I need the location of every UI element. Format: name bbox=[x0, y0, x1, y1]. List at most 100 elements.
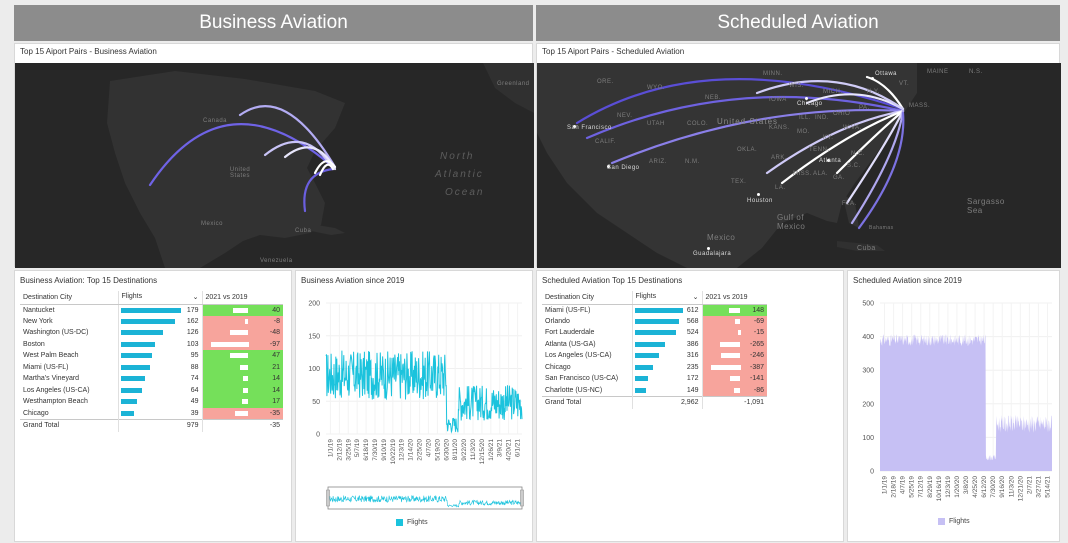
cell-flights: 39 bbox=[117, 407, 202, 419]
scheduled-area-chart[interactable]: 0 100 200 300 400 500 1/1/19 2/18/19 4/7/19 5/25/… bbox=[848, 271, 1061, 543]
scheduled-aviation-banner: Scheduled Aviation bbox=[536, 5, 1060, 41]
cell-vs-2019: 21 bbox=[201, 361, 283, 373]
cell-flights: 74 bbox=[117, 373, 202, 385]
flights-bar bbox=[634, 307, 683, 313]
col-destination-city[interactable]: Destination City bbox=[20, 291, 118, 305]
table-row[interactable]: Washington (US-DC) 126 -48 bbox=[20, 327, 283, 339]
col-vs-2019[interactable]: 2021 vs 2019 bbox=[201, 291, 283, 305]
table-row[interactable]: Orlando 568 -69 bbox=[542, 315, 767, 327]
x-tick-label: 6/30/20 bbox=[443, 439, 450, 461]
table-row[interactable]: San Francisco (US-CA) 172 -141 bbox=[542, 373, 767, 385]
scheduled-map[interactable]: United States Mexico Gulf of Mexico Sarg… bbox=[537, 63, 1061, 268]
cell-vs-2019: -86 bbox=[701, 384, 767, 396]
x-tick-label: 4/7/20 bbox=[425, 439, 432, 457]
vs-bar bbox=[210, 341, 249, 347]
chevron-down-icon[interactable]: ⌄ bbox=[193, 293, 199, 301]
x-tick-label: 3/9/21 bbox=[497, 439, 504, 457]
x-tick-label: 4/25/20 bbox=[972, 476, 979, 498]
table-row[interactable]: Los Angeles (US-CA) 316 -246 bbox=[542, 350, 767, 362]
x-tick-label: 9/16/20 bbox=[999, 476, 1006, 498]
y-tick-label: 0 bbox=[316, 432, 320, 439]
vs-bar bbox=[729, 307, 741, 313]
range-handle-right bbox=[520, 489, 524, 507]
table-row[interactable]: Chicago 39 -35 bbox=[20, 407, 283, 419]
cell-city: Charlotte (US-NC) bbox=[545, 386, 603, 394]
table-row[interactable]: Nantucket 179 40 bbox=[20, 304, 283, 316]
cell-vs-2019: -97 bbox=[201, 338, 283, 350]
grand-total-vs: -35 bbox=[201, 418, 283, 432]
table-row[interactable]: Martha's Vineyard 74 14 bbox=[20, 373, 283, 385]
x-tick-label: 9/10/19 bbox=[381, 439, 388, 461]
chevron-down-icon[interactable]: ⌄ bbox=[693, 293, 699, 301]
table-row[interactable]: Chicago 235 -387 bbox=[542, 361, 767, 373]
col-vs-2019-s[interactable]: 2021 vs 2019 bbox=[701, 291, 767, 305]
col-flights-label: Flights bbox=[121, 293, 143, 301]
col-flights-s[interactable]: Flights ⌄ bbox=[631, 291, 702, 305]
flights-bar bbox=[634, 364, 653, 370]
vs-bar bbox=[229, 330, 249, 335]
x-tick-label: 11/3/20 bbox=[1008, 476, 1015, 498]
scheduled-destinations-panel: Scheduled Aviation Top 15 Destinations D… bbox=[536, 270, 844, 542]
city-chicago: Chicago bbox=[797, 101, 823, 107]
vs-bar bbox=[241, 399, 249, 404]
series-line-flights bbox=[325, 350, 523, 434]
state-iowa: IOWA bbox=[769, 97, 787, 103]
table-row[interactable]: Charlotte (US-NC) 149 -86 bbox=[542, 384, 767, 396]
state-ky: KY. bbox=[823, 135, 834, 141]
table-row[interactable]: Miami (US-FL) 612 148 bbox=[542, 304, 767, 316]
cell-city: Atlanta (US-GA) bbox=[545, 340, 596, 348]
x-tick-label: 5/14/21 bbox=[1044, 476, 1051, 498]
table-row[interactable]: Los Angeles (US-CA) 64 14 bbox=[20, 384, 283, 396]
cell-city: West Palm Beach bbox=[23, 352, 79, 360]
grand-total-flights: 2,962 bbox=[631, 395, 702, 409]
business-destinations-panel: Business Aviation: Top 15 Destinations D… bbox=[14, 270, 292, 542]
cell-city: Chicago bbox=[23, 409, 49, 417]
y-tick-label: 0 bbox=[870, 469, 874, 476]
scheduled-chart-panel: Scheduled Aviation since 2019 0 100 200 300… bbox=[847, 270, 1060, 542]
flights-bar bbox=[634, 376, 648, 381]
table-row[interactable]: West Palm Beach 95 47 bbox=[20, 350, 283, 362]
state-maine: MAINE bbox=[927, 69, 949, 75]
cell-city: Orlando bbox=[545, 317, 570, 325]
business-line-chart[interactable]: 0501001502001/1/19 2/12/19 3/25/19 5/7/19 6/… bbox=[296, 271, 534, 543]
grand-total-label: Grand Total bbox=[542, 395, 632, 409]
legend-swatch-flights bbox=[396, 519, 403, 526]
table-row[interactable]: Boston 103 -97 bbox=[20, 338, 283, 350]
vs-bar bbox=[230, 353, 249, 358]
table-row[interactable]: Miami (US-FL) 88 21 bbox=[20, 361, 283, 373]
x-tick-label: 12/3/19 bbox=[945, 476, 952, 498]
state-utah: UTAH bbox=[647, 121, 665, 127]
cell-vs-2019: 17 bbox=[201, 396, 283, 408]
cell-vs-2019: 47 bbox=[201, 350, 283, 362]
cell-vs-2019: 40 bbox=[201, 304, 283, 316]
col-flights[interactable]: Flights ⌄ bbox=[117, 291, 202, 305]
business-map[interactable]: Canada United States Mexico Cuba North A… bbox=[15, 63, 534, 268]
x-tick-label: 4/7/19 bbox=[900, 476, 907, 494]
state-mich: MICH. bbox=[823, 89, 843, 95]
state-ind: IND. bbox=[815, 115, 829, 121]
x-tick-label: 11/3/20 bbox=[470, 439, 477, 461]
col-destination-city-s[interactable]: Destination City bbox=[542, 291, 632, 305]
state-tex: TEX. bbox=[731, 179, 747, 185]
map-label-mexico-r: Mexico bbox=[707, 233, 736, 242]
vs-bar bbox=[721, 353, 741, 358]
cell-vs-2019: -8 bbox=[201, 315, 283, 327]
x-tick-label: 8/11/20 bbox=[452, 439, 459, 461]
table-row[interactable]: Fort Lauderdale 524 -15 bbox=[542, 327, 767, 339]
state-minn: MINN. bbox=[763, 71, 783, 77]
table-row[interactable]: New York 162 -8 bbox=[20, 315, 283, 327]
scheduled-chart-legend: Flights bbox=[938, 518, 970, 525]
x-tick-label: 1/1/19 bbox=[327, 439, 334, 457]
y-tick-label: 300 bbox=[862, 368, 874, 375]
x-tick-label: 2/7/21 bbox=[1026, 476, 1033, 494]
vs-bar bbox=[234, 410, 249, 416]
map-label-venezuela: Venezuela bbox=[260, 258, 293, 264]
cell-city: Chicago bbox=[545, 363, 571, 371]
map-label-greenland: Greenland bbox=[497, 81, 530, 87]
table-row[interactable]: Atlanta (US-GA) 386 -265 bbox=[542, 338, 767, 350]
table-row[interactable]: Westhampton Beach 49 17 bbox=[20, 396, 283, 408]
state-ga: GA. bbox=[833, 175, 845, 181]
vs-bar bbox=[733, 387, 741, 393]
cell-flights: 612 bbox=[631, 304, 702, 316]
x-tick-label: 12/3/19 bbox=[399, 439, 406, 461]
